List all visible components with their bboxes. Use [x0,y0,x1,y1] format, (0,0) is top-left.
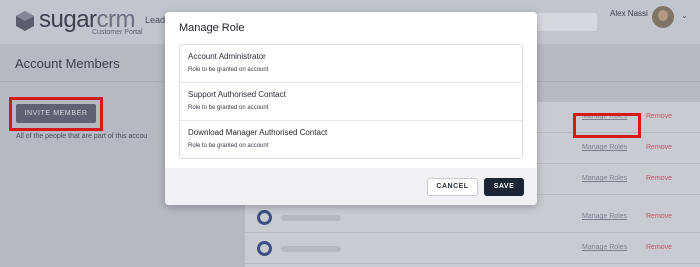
remove-link[interactable]: Remove [646,244,672,251]
highlight-manage-roles [573,113,641,138]
role-name: Account Administrator [188,52,266,61]
highlight-invite-member [9,97,103,131]
role-description: Role to be granted on account [188,143,269,149]
page-description: All of the people that are part of this … [16,133,148,140]
manage-roles-link[interactable]: Manage Roles [582,213,627,220]
member-name [281,215,341,221]
sugarcrm-logo[interactable]: sugarcrm Customer Portal [14,5,164,39]
page-title: Account Members [15,56,120,71]
modal-footer: CANCEL SAVE [165,168,537,205]
user-name: Alex Nassi [610,9,648,18]
avatar[interactable] [652,6,674,28]
role-list: Account Administrator Role to be granted… [179,44,523,159]
chevron-down-icon[interactable]: ⌄ [681,11,688,20]
role-name: Support Authorised Contact [188,90,286,99]
manage-roles-link[interactable]: Manage Roles [582,144,627,151]
remove-link[interactable]: Remove [646,144,672,151]
power-icon [257,210,272,225]
cancel-button[interactable]: CANCEL [427,178,478,196]
logo-subtitle: Customer Portal [92,29,143,36]
role-description: Role to be granted on account [188,67,269,73]
sugarcrm-cube-icon [16,11,34,31]
table-row: Manage Roles Remove [245,202,700,233]
manage-roles-link[interactable]: Manage Roles [582,175,627,182]
table-row: Manage Roles Remove [245,233,700,264]
role-option-support-contact[interactable]: Support Authorised Contact Role to be gr… [180,83,522,121]
remove-link[interactable]: Remove [646,213,672,220]
save-button[interactable]: SAVE [484,178,524,196]
manage-roles-link[interactable]: Manage Roles [582,244,627,251]
member-name [281,246,341,252]
modal-title: Manage Role [179,22,245,34]
power-icon [257,241,272,256]
role-name: Download Manager Authorised Contact [188,128,328,137]
manage-role-modal: Manage Role Account Administrator Role t… [165,12,537,205]
remove-link[interactable]: Remove [646,113,672,120]
remove-link[interactable]: Remove [646,175,672,182]
search-input[interactable] [537,13,597,31]
role-option-account-administrator[interactable]: Account Administrator Role to be granted… [180,45,522,83]
role-option-download-manager[interactable]: Download Manager Authorised Contact Role… [180,121,522,159]
nav-item-leads[interactable]: Lead [145,15,165,25]
role-description: Role to be granted on account [188,105,269,111]
